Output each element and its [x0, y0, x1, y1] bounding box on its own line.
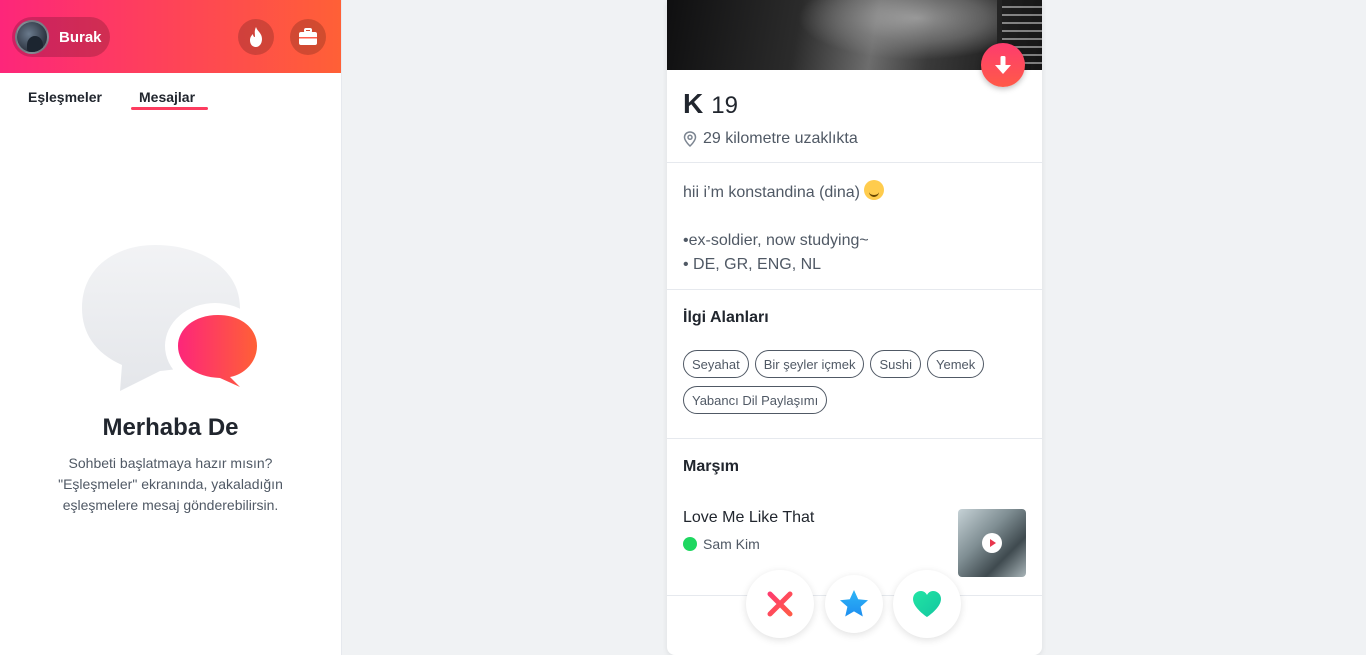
bio-line: • DE, GR, ENG, NL: [683, 256, 822, 273]
profile-name: K: [683, 88, 704, 119]
bio-line: •ex-soldier, now studying~: [683, 232, 869, 249]
x-icon: [767, 591, 793, 617]
tab-messages[interactable]: Mesajlar: [139, 89, 195, 105]
spotify-icon: [683, 537, 697, 551]
interest-chip: Bir şeyler içmek: [754, 350, 865, 378]
divider: [667, 438, 1042, 439]
work-mode-button[interactable]: [290, 19, 326, 55]
collapse-profile-button[interactable]: [981, 43, 1025, 87]
sidebar-tabs: Eşleşmeler Mesajlar: [0, 73, 341, 123]
profile-distance: 29 kilometre uzaklıkta: [683, 130, 858, 148]
profile-name-row: K 19: [683, 88, 738, 120]
interests-title: İlgi Alanları: [683, 309, 769, 326]
anthem-artist: Sam Kim: [703, 536, 760, 552]
play-button[interactable]: [982, 533, 1002, 553]
briefcase-icon: [299, 28, 317, 45]
super-like-button[interactable]: [825, 575, 883, 633]
interests-list: Seyahat Bir şeyler içmek Sushi Yemek Yab…: [683, 350, 1028, 414]
bio-line: hii i’m konstandina (dina): [683, 184, 860, 201]
anthem-title: Marşım: [683, 458, 740, 475]
profile-age: 19: [711, 92, 738, 119]
sidebar-header: Burak: [0, 0, 341, 73]
anthem-song: Love Me Like That: [683, 509, 815, 526]
divider: [667, 289, 1042, 290]
interest-chip: Yemek: [926, 350, 985, 378]
interest-chip: Yabancı Dil Paylaşımı: [683, 386, 828, 414]
play-icon: [990, 539, 996, 547]
like-button[interactable]: [893, 570, 961, 638]
profile-button[interactable]: Burak: [12, 17, 110, 57]
arrow-down-icon: [995, 56, 1011, 74]
profile-card: K 19 29 kilometre uzaklıkta hii i’m kons…: [667, 0, 1042, 655]
flame-icon: [250, 27, 262, 47]
empty-state-title: Merhaba De: [102, 414, 239, 441]
nope-button[interactable]: [746, 570, 814, 638]
avatar: [15, 20, 49, 54]
chat-bubbles-icon: [82, 245, 265, 391]
location-pin-icon: [683, 131, 697, 147]
distance-text: 29 kilometre uzaklıkta: [703, 130, 858, 147]
anthem-artist-row: Sam Kim: [683, 536, 760, 552]
tab-matches[interactable]: Eşleşmeler: [28, 89, 102, 105]
active-tab-indicator: [131, 107, 208, 110]
album-art[interactable]: [958, 509, 1026, 577]
sidebar: Burak Eşleşmeler Mesajlar Merhaba De Soh…: [0, 0, 342, 655]
smiling-hearts-emoji-icon: [863, 180, 884, 200]
divider: [667, 162, 1042, 163]
empty-state-body: Sohbeti başlatmaya hazır mısın? "Eşleşme…: [58, 455, 283, 513]
explore-button[interactable]: [238, 19, 274, 55]
interest-chip: Sushi: [870, 350, 921, 378]
star-icon: [840, 590, 868, 617]
profile-bio: hii i’m konstandina (dina) •ex-soldier, …: [683, 180, 1023, 277]
heart-icon: [913, 591, 941, 617]
interest-chip: Seyahat: [683, 350, 749, 378]
profile-name: Burak: [59, 28, 102, 46]
